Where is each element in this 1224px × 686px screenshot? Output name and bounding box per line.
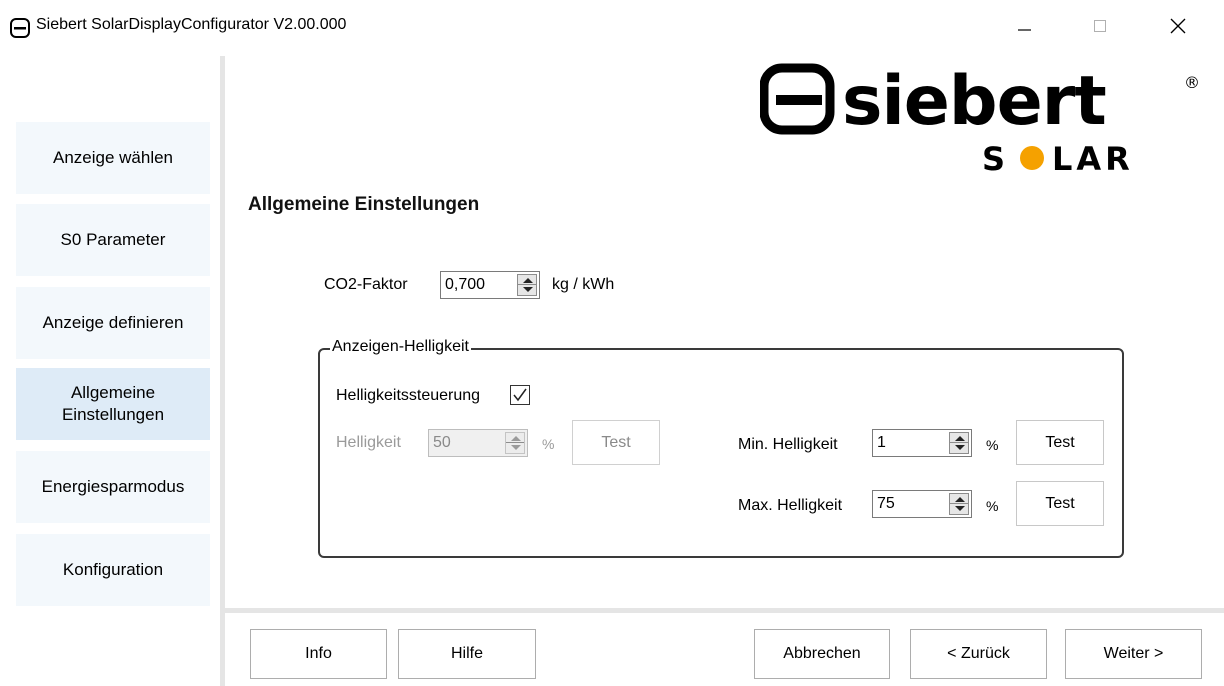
max-brightness-test-button[interactable]: Test [1016, 481, 1104, 526]
spin-buttons[interactable] [505, 432, 525, 454]
min-brightness-label: Min. Helligkeit [738, 436, 838, 453]
spin-up-icon[interactable] [511, 436, 521, 441]
sidebar-item-anzeige-definieren[interactable]: Anzeige definieren [16, 287, 210, 359]
co2-factor-value: 0,700 [445, 276, 486, 293]
min-brightness-spinner[interactable]: 1 [872, 429, 972, 457]
brightness-label: Helligkeit [336, 434, 401, 451]
max-brightness-spinner[interactable]: 75 [872, 490, 972, 518]
maximize-button[interactable] [1072, 0, 1128, 56]
sidebar-item-label: Anzeige wählen [52, 148, 174, 167]
maximize-icon [1092, 18, 1108, 39]
spin-up-icon[interactable] [523, 278, 533, 283]
svg-text:siebert: siebert [842, 62, 1106, 141]
back-button[interactable]: < Zurück [910, 629, 1047, 679]
sidebar-item-konfiguration[interactable]: Konfiguration [16, 534, 210, 606]
co2-factor-label: CO2-Faktor [324, 276, 408, 293]
sidebar-item-label: S0 Parameter [60, 230, 166, 249]
button-label: Hilfe [450, 645, 483, 662]
spin-down-icon[interactable] [955, 445, 965, 450]
sidebar-divider [220, 56, 225, 686]
button-label: Test [1045, 433, 1075, 451]
info-button[interactable]: Info [250, 629, 387, 679]
svg-text:S: S [982, 140, 1009, 178]
sidebar-item-label: Allgemeine Einstellungen [61, 383, 165, 424]
spin-divider [518, 284, 536, 285]
brightness-control-checkbox[interactable] [510, 385, 530, 405]
spin-up-icon[interactable] [955, 497, 965, 502]
minimize-icon [1016, 18, 1032, 39]
sidebar-item-label: Energiesparmodus [41, 477, 185, 496]
sidebar-item-energiesparmodus[interactable]: Energiesparmodus [16, 451, 210, 523]
spin-divider [506, 442, 524, 443]
svg-text:®: ® [1184, 73, 1200, 92]
button-label: < Zurück [947, 645, 1010, 662]
brightness-spinner[interactable]: 50 [428, 429, 528, 457]
spin-up-icon[interactable] [955, 436, 965, 441]
brightness-control-label: Helligkeitssteuerung [336, 387, 481, 404]
button-label: Test [601, 433, 631, 451]
brightness-test-button[interactable]: Test [572, 420, 660, 465]
footer-divider [225, 608, 1224, 613]
spin-down-icon[interactable] [523, 287, 533, 292]
button-label: Abbrechen [783, 645, 861, 662]
sidebar-item-label: Anzeige definieren [42, 313, 184, 332]
spin-buttons[interactable] [949, 432, 969, 454]
spin-buttons[interactable] [517, 274, 537, 296]
spin-divider [950, 503, 968, 504]
spin-buttons[interactable] [949, 493, 969, 515]
max-brightness-value: 75 [877, 495, 895, 512]
spin-down-icon[interactable] [511, 445, 521, 450]
co2-factor-spinner[interactable]: 0,700 [440, 271, 540, 299]
brightness-value: 50 [433, 434, 451, 451]
co2-factor-unit: kg / kWh [552, 276, 615, 293]
siebert-solar-logo: siebert ® S LAR [759, 62, 1210, 182]
cancel-button[interactable]: Abbrechen [754, 629, 890, 679]
spin-down-icon[interactable] [955, 506, 965, 511]
close-icon [1169, 17, 1187, 40]
brightness-group-legend: Anzeigen-Helligkeit [330, 338, 471, 356]
close-button[interactable] [1150, 0, 1206, 56]
brightness-unit: % [542, 436, 555, 452]
min-brightness-unit: % [986, 437, 999, 453]
window-title: Siebert SolarDisplayConfigurator V2.00.0… [36, 16, 347, 33]
sidebar-item-anzeige-waehlen[interactable]: Anzeige wählen [16, 122, 210, 194]
button-label: Test [1045, 494, 1075, 512]
sidebar-item-allgemeine-einstellungen[interactable]: Allgemeine Einstellungen [16, 368, 210, 440]
button-label: Info [305, 645, 332, 662]
sidebar-item-label: Konfiguration [62, 560, 164, 579]
title-bar: Siebert SolarDisplayConfigurator V2.00.0… [0, 0, 1224, 56]
button-label: Weiter > [1103, 645, 1164, 662]
siebert-logo-icon [10, 18, 30, 38]
max-brightness-unit: % [986, 498, 999, 514]
sidebar-item-s0-parameter[interactable]: S0 Parameter [16, 204, 210, 276]
checkmark-icon [511, 388, 529, 408]
min-brightness-value: 1 [877, 434, 886, 451]
minimize-button[interactable] [996, 0, 1052, 56]
spin-divider [950, 442, 968, 443]
next-button[interactable]: Weiter > [1065, 629, 1202, 679]
max-brightness-label: Max. Helligkeit [738, 497, 843, 514]
page-title: Allgemeine Einstellungen [248, 194, 480, 215]
min-brightness-test-button[interactable]: Test [1016, 420, 1104, 465]
svg-text:LAR: LAR [1052, 140, 1134, 178]
help-button[interactable]: Hilfe [398, 629, 536, 679]
